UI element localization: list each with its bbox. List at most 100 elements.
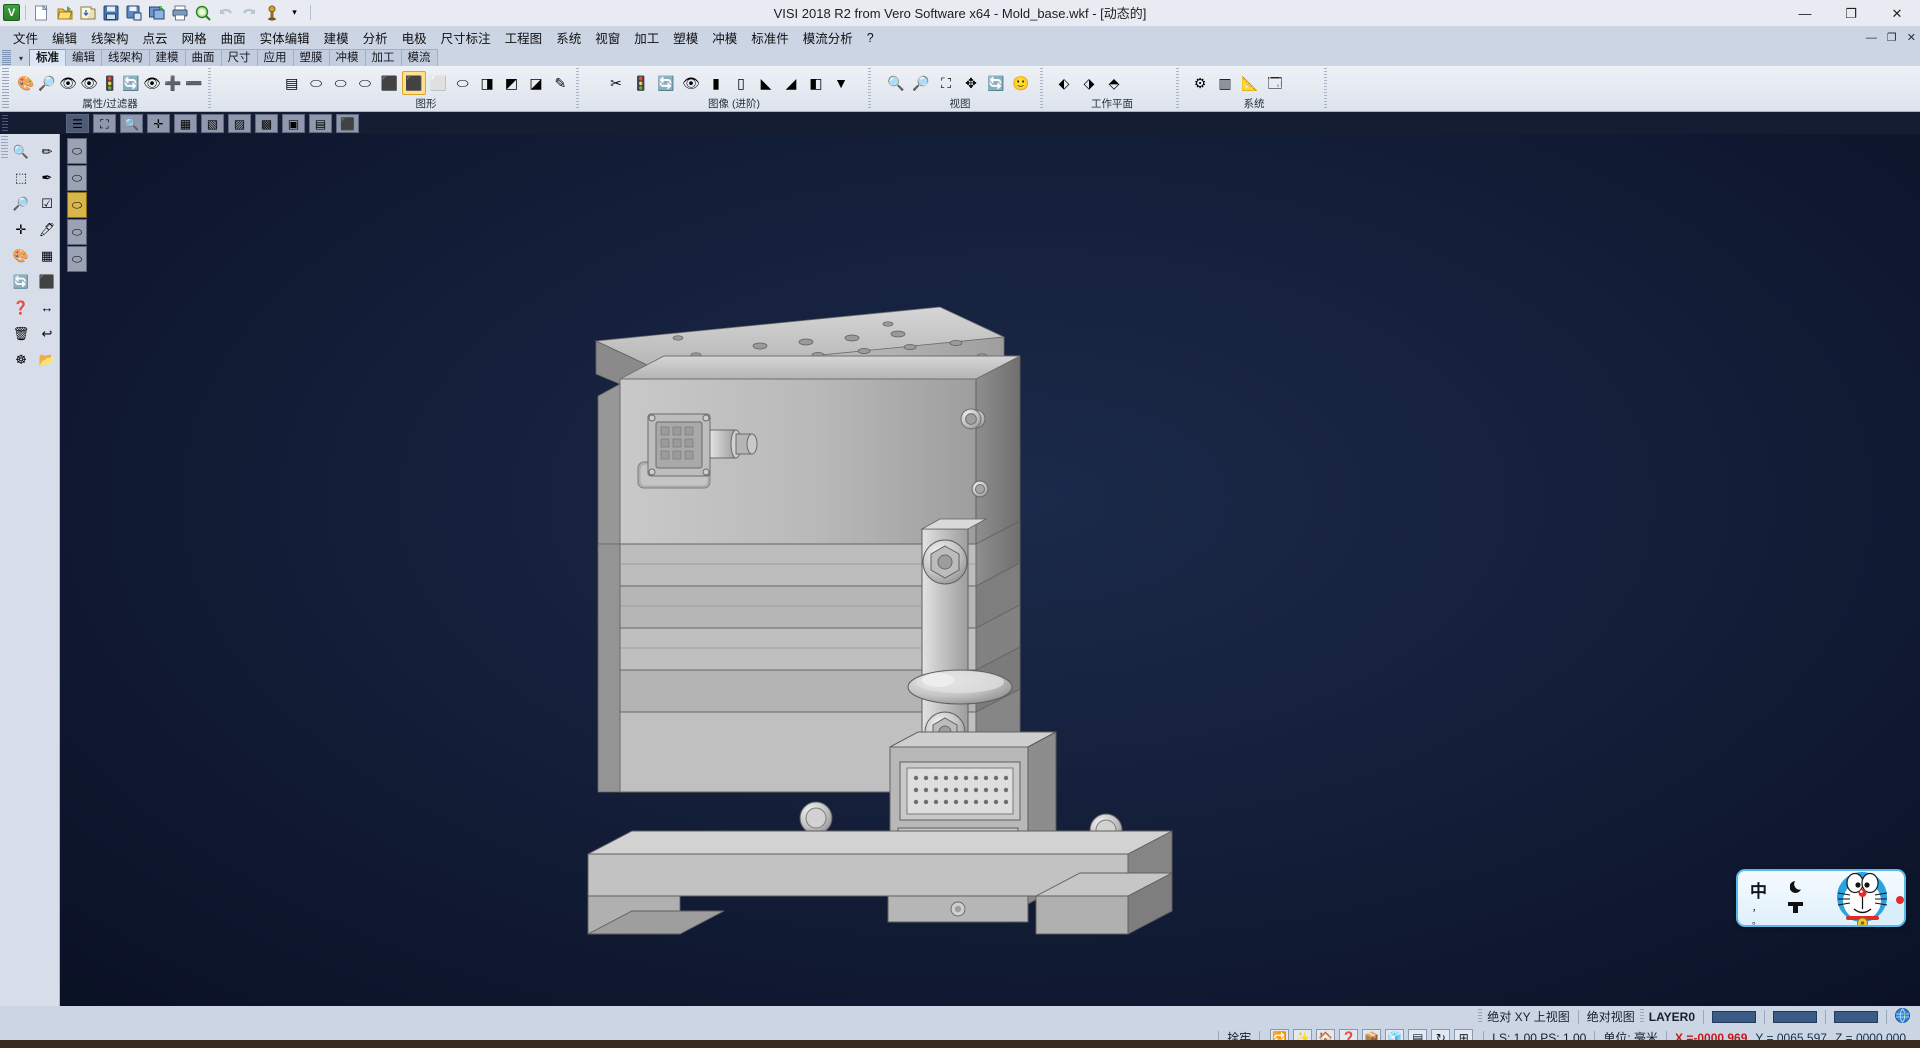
ribbon-tab-9[interactable]: 加工 [365, 49, 402, 66]
show-entity-icon[interactable]: 👁 [58, 71, 78, 95]
ribbon-tab-5[interactable]: 尺寸 [221, 49, 258, 66]
menu-item-13[interactable]: 视窗 [588, 26, 627, 49]
open-folder-green-icon[interactable]: 📂 [34, 346, 60, 372]
menu-item-17[interactable]: 标准件 [744, 26, 796, 49]
tabstrip-dropdown-icon[interactable]: ▾ [13, 50, 29, 66]
document-minimize-button[interactable]: — [1866, 32, 1877, 44]
document-restore-button[interactable]: ❐ [1887, 31, 1897, 44]
ime-language-mode[interactable]: 中 [1750, 877, 1767, 902]
menu-item-14[interactable]: 加工 [627, 26, 666, 49]
shade-settings-icon[interactable]: ✎ [549, 71, 572, 95]
zoom-plus-icon[interactable]: 🔎 [8, 190, 34, 216]
entity-filter-icon[interactable]: 🔎 [37, 71, 57, 95]
active-layer-label[interactable]: LAYER0 [1649, 1010, 1695, 1024]
plate-item-1[interactable]: ⬭ [67, 138, 87, 164]
system-layers-icon[interactable]: ▥ [1213, 71, 1237, 95]
shade-mode-2-icon[interactable]: ⬭ [329, 71, 352, 95]
render-style-6-icon[interactable]: ▼ [829, 71, 853, 95]
menu-item-12[interactable]: 系统 [549, 26, 588, 49]
model-viewport[interactable]: X Z 中 ，。 [60, 134, 1920, 1006]
shaded-cube-icon[interactable]: ⬛ [336, 114, 359, 133]
plate-item-4[interactable]: ⬭ [67, 219, 87, 245]
menu-item-18[interactable]: 模流分析 [796, 26, 860, 49]
menu-item-8[interactable]: 分析 [356, 26, 395, 49]
shade-mode-selected-icon[interactable]: ⬛ [402, 71, 425, 95]
menu-item-1[interactable]: 编辑 [45, 26, 84, 49]
menu-item-5[interactable]: 曲面 [214, 26, 253, 49]
solid-cube-icon[interactable]: ⬛ [34, 268, 60, 294]
system-settings-icon[interactable]: ⚙ [1188, 71, 1212, 95]
view-mode-label[interactable]: 绝对视图 [1587, 1008, 1635, 1025]
menu-item-15[interactable]: 塑模 [666, 26, 705, 49]
ribbon-tab-7[interactable]: 塑膜 [293, 49, 330, 66]
help-question-icon[interactable]: ❓ [8, 294, 34, 320]
view-list-icon[interactable]: ☰ [66, 114, 89, 133]
iso-view-6-icon[interactable]: ▤ [309, 114, 332, 133]
grid-plane-icon[interactable]: ▦ [34, 242, 60, 268]
select-entity-icon[interactable]: 🔍 [8, 138, 34, 164]
menu-item-7[interactable]: 建模 [317, 26, 356, 49]
close-button[interactable]: ✕ [1874, 0, 1920, 27]
delete-trash-icon[interactable]: 🗑 [8, 320, 34, 346]
element-properties-icon[interactable]: 🎨 [16, 71, 36, 95]
layers-color-icon[interactable]: 🎨 [8, 242, 34, 268]
pan-view-icon[interactable]: ✥ [959, 71, 983, 95]
shade-mode-3-icon[interactable]: ⬭ [353, 71, 376, 95]
iso-view-3-icon[interactable]: ▨ [228, 114, 251, 133]
shade-mode-7-icon[interactable]: ⬭ [451, 71, 474, 95]
ribbon-tab-6[interactable]: 应用 [257, 49, 294, 66]
view-axis-icon[interactable]: ✛ [147, 114, 170, 133]
menu-item-3[interactable]: 点云 [136, 26, 175, 49]
iso-view-2-icon[interactable]: ▧ [201, 114, 224, 133]
zoom-dynamic-icon[interactable]: 🔎 [909, 71, 933, 95]
rotate-view-icon[interactable]: 🔄 [984, 71, 1008, 95]
edit-line-icon[interactable]: ✏ [34, 138, 60, 164]
render-wheel-icon[interactable]: ☸ [8, 346, 34, 372]
shade-mode-6-icon[interactable]: ⬜ [427, 71, 450, 95]
ribbon-tab-3[interactable]: 建模 [149, 49, 186, 66]
show-all-icon[interactable]: ➕ [163, 71, 183, 95]
measure-distance-icon[interactable]: ↔ [34, 294, 60, 320]
ime-punctuation-mode[interactable]: ，。 [1752, 901, 1761, 927]
render-style-2-icon[interactable]: ▯ [729, 71, 753, 95]
bounding-box-icon[interactable]: ⬚ [8, 164, 34, 190]
iso-view-4-icon[interactable]: ▩ [255, 114, 278, 133]
system-misc-icon[interactable]: 🗔 [1263, 71, 1287, 95]
menu-item-19[interactable]: ? [860, 29, 881, 47]
plate-item-5[interactable]: ⬭ [67, 246, 87, 272]
axis-move-icon[interactable]: ✛ [8, 216, 34, 242]
shade-mode-8-icon[interactable]: ◨ [475, 71, 498, 95]
document-close-button[interactable]: ✕ [1907, 31, 1916, 44]
color-swatch-1[interactable] [1712, 1011, 1756, 1023]
iso-view-5-icon[interactable]: ▣ [282, 114, 305, 133]
workplane-align-icon[interactable]: ⬗ [1077, 71, 1101, 95]
ribbon-tab-8[interactable]: 冲模 [329, 49, 366, 66]
workplane-manage-icon[interactable]: ⬘ [1102, 71, 1126, 95]
zoom-window-icon[interactable]: 🔍 [884, 71, 908, 95]
render-refresh-icon[interactable]: 🔄 [654, 71, 678, 95]
ime-input-widget[interactable]: 中 ，。 [1736, 869, 1906, 927]
toggle-visibility-icon[interactable]: 👁 [142, 71, 162, 95]
ribbon-tab-1[interactable]: 编辑 [65, 49, 102, 66]
render-style-3-icon[interactable]: ◣ [754, 71, 778, 95]
advanced-render-icon[interactable]: ✂ [604, 71, 628, 95]
ribbon-tab-0[interactable]: 标准 [29, 49, 66, 66]
workplane-create-icon[interactable]: ⬖ [1052, 71, 1076, 95]
shade-mode-10-icon[interactable]: ◪ [524, 71, 547, 95]
view-zoom-fit-icon[interactable]: ⛶ [93, 114, 116, 133]
iso-view-1-icon[interactable]: ▦ [174, 114, 197, 133]
maximize-button[interactable]: ❐ [1828, 0, 1874, 27]
menu-item-11[interactable]: 工程图 [498, 26, 550, 49]
plate-item-2[interactable]: ⬭ [67, 165, 87, 191]
ribbon-tab-10[interactable]: 模流 [401, 49, 438, 66]
menu-item-10[interactable]: 尺寸标注 [434, 26, 498, 49]
minimize-button[interactable]: — [1782, 0, 1828, 27]
zoom-fit-icon[interactable]: ⛶ [934, 71, 958, 95]
plate-item-3-selected[interactable]: ⬭ [67, 192, 87, 218]
render-traffic-icon[interactable]: 🚦 [629, 71, 653, 95]
shade-mode-4-icon[interactable]: ⬛ [378, 71, 401, 95]
refresh-view-icon[interactable]: 🔄 [121, 71, 141, 95]
render-wireframe-icon[interactable]: ▤ [280, 71, 303, 95]
render-style-4-icon[interactable]: ◢ [779, 71, 803, 95]
render-style-1-icon[interactable]: ▮ [704, 71, 728, 95]
